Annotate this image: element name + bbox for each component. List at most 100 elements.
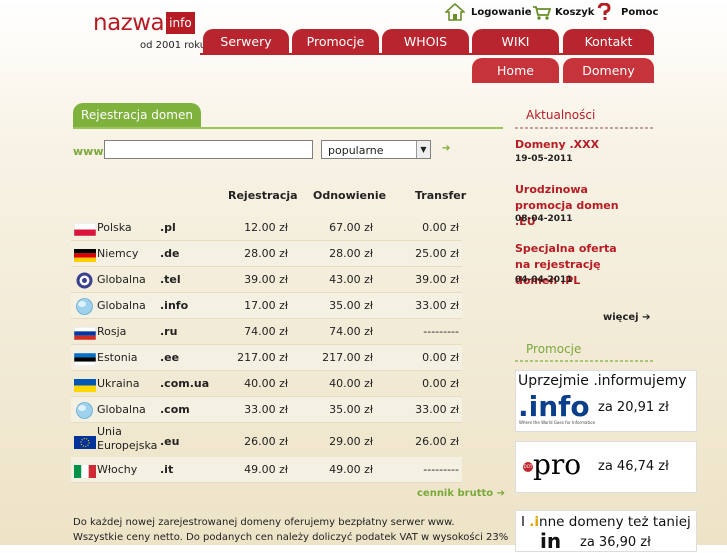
tld-name: .info bbox=[160, 299, 189, 312]
table-row: Polska .pl 12.00 zł 67.00 zł 0.00 zł bbox=[71, 215, 462, 241]
tld-name: .com.ua bbox=[160, 377, 210, 390]
tld-name: .pl bbox=[160, 221, 176, 234]
tld-group-select-value: popularne bbox=[328, 144, 384, 157]
price-registration: 33.00 zł bbox=[244, 403, 288, 416]
promo-in-headline: I .inne domeny też taniej bbox=[521, 514, 691, 530]
price-transfer: 0.00 zł bbox=[422, 377, 459, 390]
nav-divider bbox=[200, 53, 654, 55]
table-row: Estonia .ee 217.00 zł 217.00 zł 0.00 zł bbox=[71, 345, 462, 371]
tld-name: .eu bbox=[160, 435, 180, 448]
price-registration: 12.00 zł bbox=[244, 221, 288, 234]
price-renewal: 49.00 zł bbox=[329, 463, 373, 476]
country-name: Globalna bbox=[97, 273, 146, 286]
price-registration: 40.00 zł bbox=[244, 377, 288, 390]
tab-home[interactable]: Home bbox=[472, 58, 559, 83]
price-transfer: 33.00 zł bbox=[415, 403, 459, 416]
table-row: Unia Europejska .eu 26.00 zł 29.00 zł 26… bbox=[71, 423, 462, 461]
country-name: Rosja bbox=[97, 325, 127, 338]
flag-it-icon bbox=[74, 465, 96, 478]
tel-icon bbox=[76, 272, 93, 289]
price-registration: 28.00 zł bbox=[244, 247, 288, 260]
note-vat: Wszystkie ceny netto. Do podanych cen na… bbox=[73, 532, 509, 543]
country-name: Globalna bbox=[97, 299, 146, 312]
flag-ru-icon bbox=[74, 327, 96, 340]
news-item-link[interactable]: Domeny .XXX bbox=[515, 137, 655, 153]
price-renewal: 74.00 zł bbox=[329, 325, 373, 338]
price-renewal: 43.00 zł bbox=[329, 273, 373, 286]
tld-name: .com bbox=[160, 403, 190, 416]
news-item-date: 04-04-2011 bbox=[515, 275, 573, 285]
promo-banner-pro[interactable]: DOT pro za 46,74 zł bbox=[515, 441, 697, 493]
search-submit-arrow-icon[interactable]: ➔ bbox=[442, 143, 450, 154]
price-transfer: 26.00 zł bbox=[415, 435, 459, 448]
price-registration: 39.00 zł bbox=[244, 273, 288, 286]
promo-banner-info[interactable]: Uprzejmie .informujemy .info Where the W… bbox=[515, 370, 697, 432]
tab-serwery[interactable]: Serwery bbox=[203, 29, 289, 54]
country-name: Unia Europejska bbox=[97, 425, 158, 452]
news-heading: Aktualności bbox=[526, 108, 596, 122]
price-list-link[interactable]: cennik brutto ➔ bbox=[417, 488, 505, 499]
flag-ee-icon bbox=[74, 353, 96, 366]
login-link[interactable]: Logowanie bbox=[471, 7, 532, 18]
tab-domeny[interactable]: Domeny bbox=[563, 58, 654, 83]
country-name: Ukraina bbox=[97, 377, 140, 390]
price-registration: 17.00 zł bbox=[244, 299, 288, 312]
tld-name: .ru bbox=[160, 325, 178, 338]
tld-group-select[interactable]: popularne ▼ bbox=[321, 140, 431, 159]
tab-wiki[interactable]: WIKI bbox=[472, 29, 559, 54]
country-name: Polska bbox=[97, 221, 132, 234]
chevron-down-icon[interactable]: ▼ bbox=[416, 141, 430, 158]
price-transfer: --------- bbox=[423, 325, 459, 338]
globe-icon bbox=[76, 402, 93, 419]
tab-whois[interactable]: WHOIS bbox=[382, 29, 469, 54]
news-item-date: 19-05-2011 bbox=[515, 154, 573, 164]
tab-promocje[interactable]: Promocje bbox=[292, 29, 379, 54]
promo-info-price: za 20,91 zł bbox=[598, 400, 669, 415]
cart-icon[interactable] bbox=[532, 5, 552, 21]
price-registration: 217.00 zł bbox=[237, 351, 288, 364]
promo-heading: Promocje bbox=[526, 342, 582, 356]
tld-name: .ee bbox=[160, 351, 180, 364]
pro-dot-badge: DOT bbox=[523, 462, 533, 472]
country-name: Estonia bbox=[97, 351, 138, 364]
price-transfer: 39.00 zł bbox=[415, 273, 459, 286]
tld-name: .de bbox=[160, 247, 180, 260]
help-link[interactable]: Pomoc bbox=[621, 7, 658, 18]
table-row: Rosja .ru 74.00 zł 74.00 zł --------- bbox=[71, 319, 462, 345]
news-more-link[interactable]: więcej ➔ bbox=[603, 312, 650, 323]
price-renewal: 35.00 zł bbox=[329, 299, 373, 312]
tab-kontakt[interactable]: Kontakt bbox=[563, 29, 654, 54]
table-row: Ukraina .com.ua 40.00 zł 40.00 zł 0.00 z… bbox=[71, 371, 462, 397]
table-row: Włochy .it 49.00 zł 49.00 zł --------- bbox=[71, 457, 462, 483]
table-row: Globalna .com 33.00 zł 35.00 zł 33.00 zł bbox=[71, 397, 462, 423]
promo-in-headline-post: nne domeny też taniej bbox=[539, 514, 691, 530]
domain-search-input[interactable] bbox=[104, 140, 313, 159]
section-underline bbox=[73, 127, 503, 129]
price-transfer: 0.00 zł bbox=[422, 221, 459, 234]
news-underline bbox=[515, 127, 655, 129]
section-tab-domain-registration: Rejestracja domen bbox=[73, 103, 201, 127]
logo-since: od 2001 roku bbox=[140, 40, 207, 51]
price-transfer: 33.00 zł bbox=[415, 299, 459, 312]
news-item-date: 08-04-2011 bbox=[515, 214, 573, 224]
help-icon[interactable] bbox=[597, 3, 611, 21]
cart-link[interactable]: Koszyk bbox=[555, 7, 594, 18]
price-registration: 26.00 zł bbox=[244, 435, 288, 448]
flag-eu-icon bbox=[74, 436, 96, 449]
header-registration: Rejestracja bbox=[228, 189, 298, 202]
info-logo-text: .info bbox=[518, 390, 590, 423]
site-logo[interactable]: nazwa info bbox=[93, 12, 195, 36]
logo-box: info bbox=[166, 12, 195, 34]
promo-in-headline-mark: .i bbox=[529, 514, 540, 530]
home-icon[interactable] bbox=[445, 3, 465, 21]
header-transfer: Transfer bbox=[415, 189, 467, 202]
price-registration: 74.00 zł bbox=[244, 325, 288, 338]
info-tagline: Where the World Goes for Information bbox=[519, 420, 596, 425]
country-name: Globalna bbox=[97, 403, 146, 416]
promo-banner-in[interactable]: I .inne domeny też taniej in za 36,90 zł bbox=[515, 510, 697, 552]
price-renewal: 40.00 zł bbox=[329, 377, 373, 390]
price-transfer: 25.00 zł bbox=[415, 247, 459, 260]
globe-icon bbox=[76, 298, 93, 315]
header-renewal: Odnowienie bbox=[313, 189, 387, 202]
price-renewal: 28.00 zł bbox=[329, 247, 373, 260]
